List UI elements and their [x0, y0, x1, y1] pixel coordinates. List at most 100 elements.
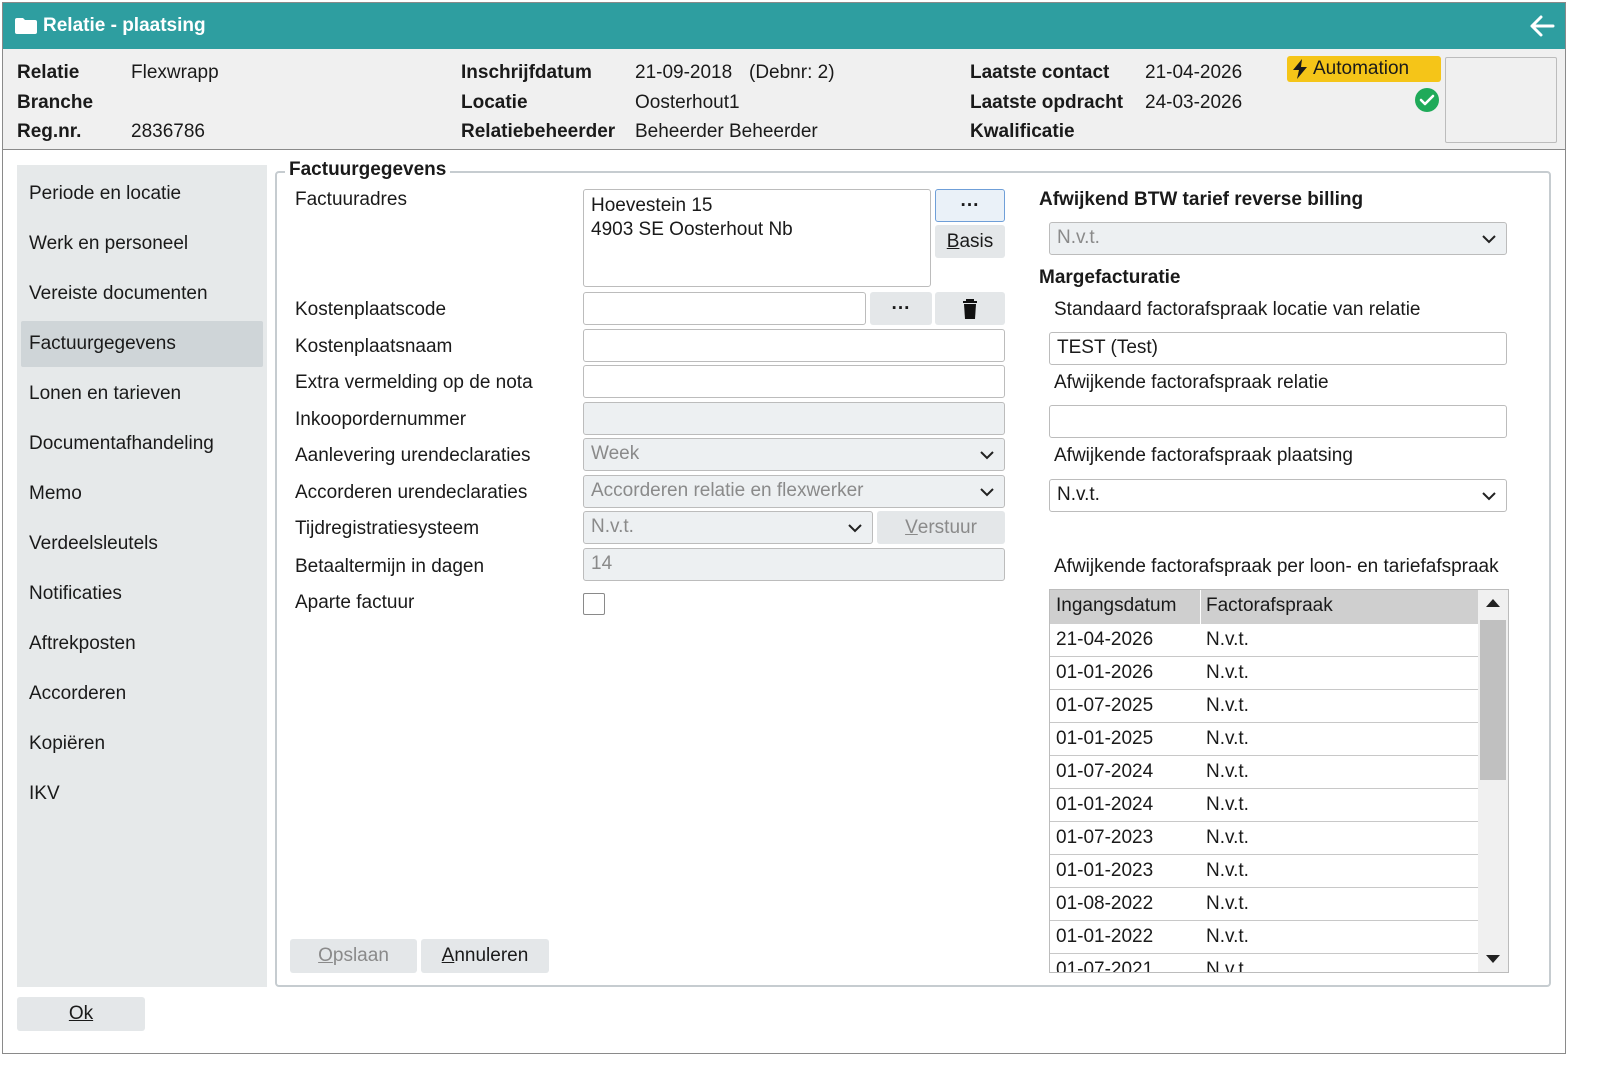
- table-row[interactable]: 01-01-2022 N.v.t.: [1050, 921, 1478, 954]
- laatste-contact-value: 21-04-2026: [1145, 62, 1243, 83]
- afwijkende-plaatsing-value: N.v.t.: [1057, 484, 1100, 505]
- sidebar-item-factuurgegevens[interactable]: Factuurgegevens: [21, 321, 263, 367]
- basis-button[interactable]: Basis: [935, 225, 1005, 258]
- cell-factorafspraak: N.v.t.: [1206, 959, 1249, 973]
- chevron-down-icon: [980, 451, 994, 460]
- table-row[interactable]: 01-01-2024 N.v.t.: [1050, 789, 1478, 822]
- table-row[interactable]: 01-07-2024 N.v.t.: [1050, 756, 1478, 789]
- relatie-value: Flexwrapp: [131, 62, 219, 83]
- kostenplaats-more-button[interactable]: ···: [870, 292, 932, 325]
- inkoopordernummer-label: Inkoopordernummer: [295, 409, 467, 430]
- accorderen-select[interactable]: Accorderen relatie en flexwerker: [583, 475, 1005, 508]
- betaaltermijn-input[interactable]: 14: [583, 548, 1005, 581]
- relatie-label: Relatie: [17, 62, 80, 83]
- table-row[interactable]: 01-07-2021 N.v.t.: [1050, 954, 1478, 973]
- table-row[interactable]: 21-04-2026 N.v.t.: [1050, 624, 1478, 657]
- scrollbar-thumb[interactable]: [1480, 620, 1506, 780]
- delete-button[interactable]: [935, 292, 1005, 325]
- btw-label: Afwijkend BTW tarief reverse billing: [1039, 189, 1364, 210]
- sidebar-item-periode-en-locatie[interactable]: Periode en locatie: [21, 171, 263, 217]
- factuuradres-more-button[interactable]: ···: [935, 189, 1005, 222]
- photo-placeholder[interactable]: [1445, 57, 1557, 143]
- kostenplaatscode-input[interactable]: [583, 292, 866, 325]
- btw-select[interactable]: N.v.t.: [1049, 222, 1507, 255]
- betaaltermijn-label: Betaaltermijn in dagen: [295, 556, 485, 577]
- chevron-down-icon: [980, 488, 994, 497]
- inschrijfdatum-label: Inschrijfdatum: [461, 62, 592, 83]
- sidebar-item-werk-en-personeel[interactable]: Werk en personeel: [21, 221, 263, 267]
- regnr-label: Reg.nr.: [17, 121, 82, 142]
- sidebar-item-verdeelsleutels[interactable]: Verdeelsleutels: [21, 521, 263, 567]
- window-title: Relatie - plaatsing: [43, 15, 206, 36]
- margefacturatie-label: Margefacturatie: [1039, 267, 1181, 288]
- afwijkende-relatie-input[interactable]: [1049, 405, 1507, 438]
- sidebar-item-memo[interactable]: Memo: [21, 471, 263, 517]
- chevron-down-icon: [848, 524, 862, 533]
- sidebar-item-vereiste-documenten[interactable]: Vereiste documenten: [21, 271, 263, 317]
- annuleren-button[interactable]: Annuleren: [421, 939, 549, 973]
- relatiebeheerder-value: Beheerder Beheerder: [635, 121, 818, 142]
- tijdregistratie-value: N.v.t.: [591, 516, 634, 537]
- cell-factorafspraak: N.v.t.: [1206, 629, 1249, 650]
- table-row[interactable]: 01-01-2026 N.v.t.: [1050, 657, 1478, 690]
- cell-ingangsdatum: 01-01-2024: [1056, 794, 1154, 815]
- sidebar-item-lonen-en-tarieven[interactable]: Lonen en tarieven: [21, 371, 263, 417]
- cell-ingangsdatum: 01-07-2021: [1056, 959, 1154, 973]
- verstuur-label-rest: erstuur: [917, 516, 977, 538]
- factorafspraak-table: Ingangsdatum Factorafspraak 21-04-2026 N.…: [1049, 589, 1509, 973]
- table-row[interactable]: 01-07-2025 N.v.t.: [1050, 690, 1478, 723]
- factuuradres-field[interactable]: Hoevestein 15 4903 SE Oosterhout Nb: [583, 189, 931, 287]
- aanlevering-label: Aanlevering urendeclaraties: [295, 445, 531, 466]
- tijdregistratie-select[interactable]: N.v.t.: [583, 511, 873, 544]
- automation-label: Automation: [1313, 58, 1410, 79]
- column-header-ingangsdatum[interactable]: Ingangsdatum: [1056, 595, 1176, 617]
- annuleren-label-rest: nnuleren: [454, 945, 529, 966]
- column-divider: [1200, 590, 1201, 624]
- cell-ingangsdatum: 01-07-2023: [1056, 827, 1154, 848]
- opslaan-button[interactable]: Opslaan: [290, 939, 417, 973]
- cell-factorafspraak: N.v.t.: [1206, 662, 1249, 683]
- column-header-factorafspraak[interactable]: Factorafspraak: [1206, 595, 1333, 617]
- back-arrow-icon[interactable]: [1529, 13, 1555, 39]
- cell-ingangsdatum: 01-01-2023: [1056, 860, 1154, 881]
- opslaan-label-rest: pslaan: [332, 945, 389, 966]
- aparte-factuur-checkbox[interactable]: [583, 593, 605, 615]
- accorderen-label: Accorderen urendeclaraties: [295, 482, 528, 503]
- cell-ingangsdatum: 01-07-2024: [1056, 761, 1154, 782]
- sidebar-item-kopieren[interactable]: Kopiëren: [21, 721, 263, 767]
- automation-badge[interactable]: Automation: [1287, 56, 1441, 82]
- table-row[interactable]: 01-01-2025 N.v.t.: [1050, 723, 1478, 756]
- table-row[interactable]: 01-01-2023 N.v.t.: [1050, 855, 1478, 888]
- scroll-down-icon[interactable]: [1485, 954, 1501, 964]
- sidebar-item-documentafhandeling[interactable]: Documentafhandeling: [21, 421, 263, 467]
- ok-button[interactable]: Ok: [17, 997, 145, 1031]
- afwijkende-plaatsing-select[interactable]: N.v.t.: [1049, 479, 1507, 512]
- sidebar-item-aftrekposten[interactable]: Aftrekposten: [21, 621, 263, 667]
- cell-factorafspraak: N.v.t.: [1206, 695, 1249, 716]
- table-row[interactable]: 01-07-2023 N.v.t.: [1050, 822, 1478, 855]
- aanlevering-select[interactable]: Week: [583, 438, 1005, 471]
- sidebar-item-notificaties[interactable]: Notificaties: [21, 571, 263, 617]
- inkoopordernummer-input[interactable]: [583, 402, 1005, 435]
- table-row[interactable]: 01-08-2022 N.v.t.: [1050, 888, 1478, 921]
- kostenplaatsnaam-input[interactable]: [583, 329, 1005, 362]
- branche-label: Branche: [17, 92, 94, 113]
- annuleren-mnemonic: A: [441, 945, 455, 966]
- inschrijfdatum-value: 21-09-2018: [635, 62, 733, 83]
- lightning-icon: [1293, 59, 1307, 79]
- tijdregistratie-label: Tijdregistratiesysteem: [295, 518, 480, 539]
- scroll-up-icon[interactable]: [1485, 598, 1501, 608]
- table-scrollbar[interactable]: [1478, 590, 1508, 972]
- afwijkende-relatie-label: Afwijkende factorafspraak relatie: [1054, 372, 1329, 393]
- cell-factorafspraak: N.v.t.: [1206, 926, 1249, 947]
- verstuur-button[interactable]: Verstuur: [877, 511, 1005, 544]
- factuuradres-label: Factuuradres: [295, 189, 407, 210]
- dialog-window: Relatie - plaatsing Relatie Flexwrapp Br…: [2, 2, 1566, 1054]
- extra-vermelding-input[interactable]: [583, 365, 1005, 398]
- kostenplaatsnaam-label: Kostenplaatsnaam: [295, 336, 453, 357]
- sidebar-item-accorderen[interactable]: Accorderen: [21, 671, 263, 717]
- sidebar-item-ikv[interactable]: IKV: [21, 771, 263, 817]
- kostenplaatscode-label: Kostenplaatscode: [295, 299, 447, 320]
- extra-vermelding-label: Extra vermelding op de nota: [295, 372, 533, 393]
- standaard-factorafspraak-input[interactable]: TEST (Test): [1049, 332, 1507, 365]
